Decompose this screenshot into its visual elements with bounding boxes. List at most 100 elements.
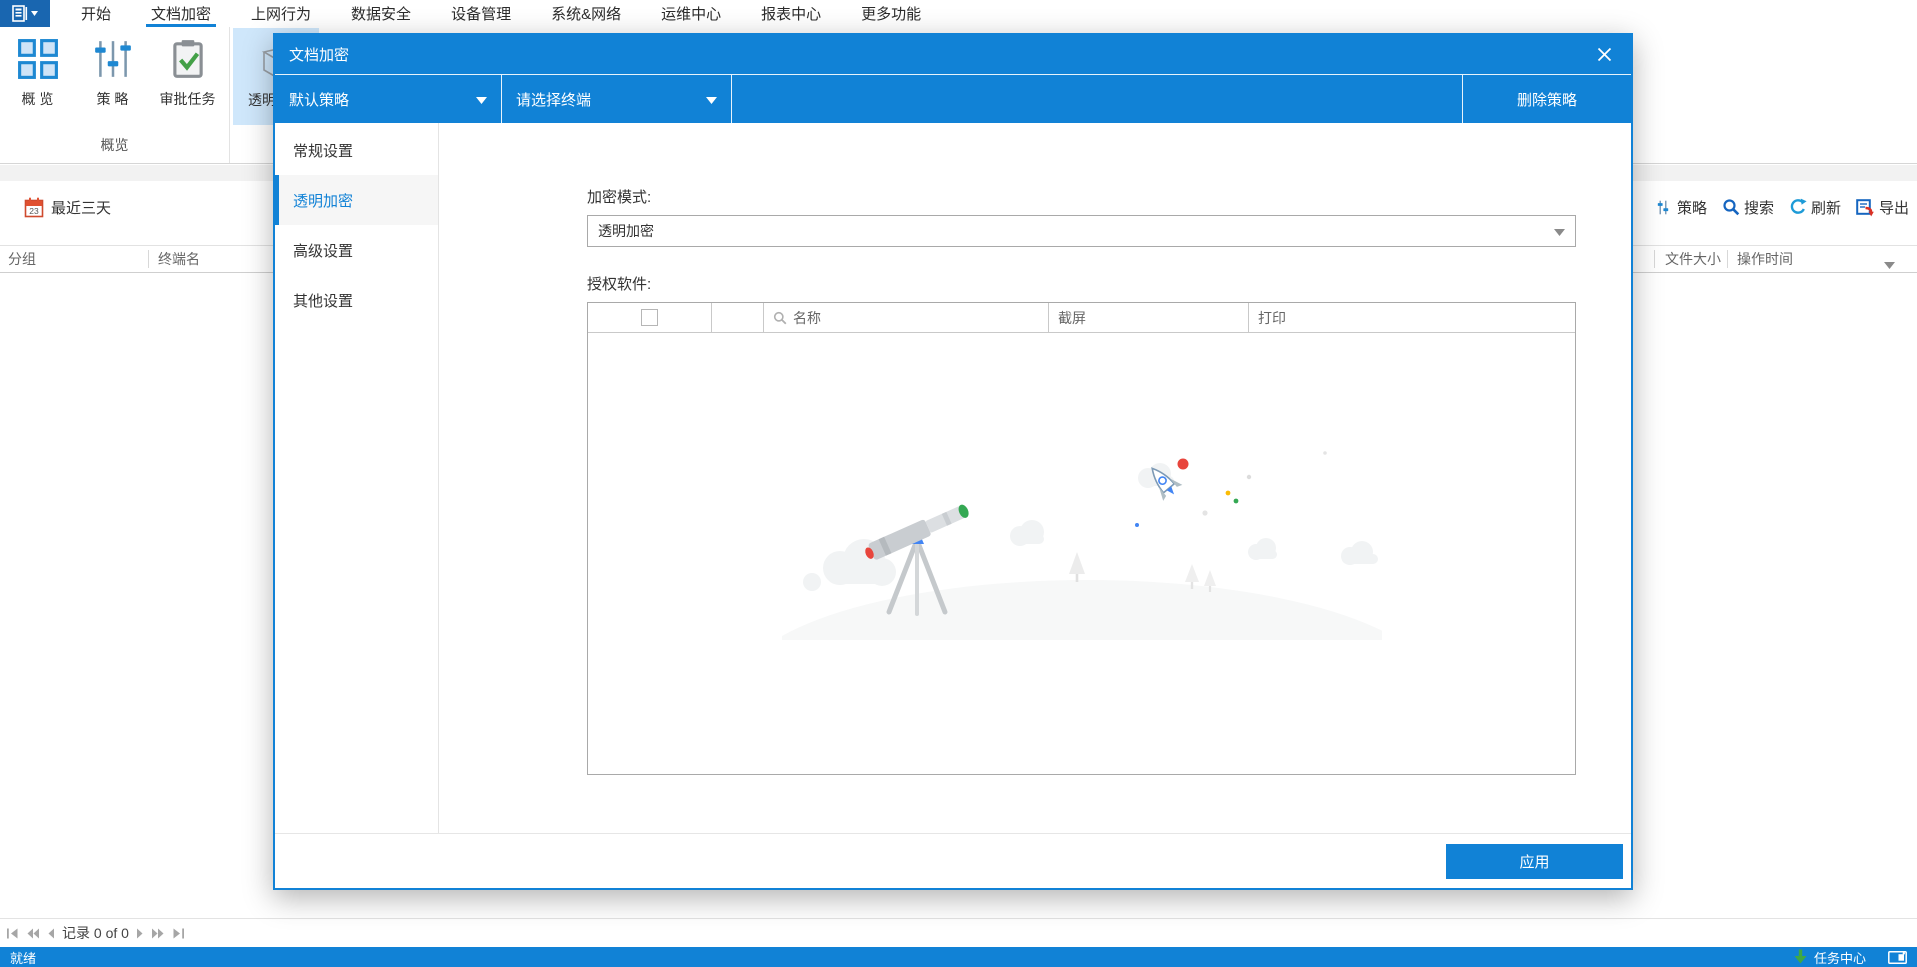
menu-item-doc-encrypt[interactable]: 文档加密 xyxy=(146,0,217,27)
nav-item-other[interactable]: 其他设置 xyxy=(275,275,438,325)
sliders-icon xyxy=(1657,200,1669,214)
chevron-down-icon xyxy=(1884,262,1895,269)
column-file-size[interactable]: 文件大小 xyxy=(1665,246,1721,272)
terminal-select-value: 请选择终端 xyxy=(516,91,592,109)
date-filter-label: 最近三天 xyxy=(51,199,112,217)
apply-button[interactable]: 应用 xyxy=(1446,844,1623,879)
overview-label: 概 览 xyxy=(21,91,54,107)
approval-tasks-label: 审批任务 xyxy=(159,91,216,107)
encrypt-mode-value: 透明加密 xyxy=(598,223,654,239)
next-page-button[interactable] xyxy=(136,928,144,939)
software-column-name[interactable]: 名称 xyxy=(763,303,1048,332)
chevron-down-icon xyxy=(476,96,487,104)
menu-item-report-center[interactable]: 报表中心 xyxy=(756,0,826,27)
refresh-tool-button[interactable]: 刷新 xyxy=(1789,197,1841,218)
dialog-footer: 应用 xyxy=(275,833,1631,888)
settings-nav: 常规设置 透明加密 高级设置 其他设置 xyxy=(275,123,439,833)
doc-encrypt-dialog: 文档加密 默认策略 请选择终端 删除策略 常规设置 透明加密 高级设置 其他设置… xyxy=(273,33,1633,890)
settings-panel: 加密模式: 透明加密 授权软件: 名称 截屏 打印 xyxy=(439,123,1631,833)
chevron-down-icon xyxy=(1554,229,1565,236)
column-divider[interactable] xyxy=(1654,250,1655,268)
menu-item-device-mgmt[interactable]: 设备管理 xyxy=(446,0,516,27)
page-toolbar: 策略 搜索 刷新 导出 xyxy=(1657,190,1909,224)
nav-item-transparent-encrypt[interactable]: 透明加密 xyxy=(275,175,438,225)
authorized-software-table: 名称 截屏 打印 xyxy=(587,302,1576,775)
toolbar-spacer xyxy=(732,75,1463,123)
task-center-button[interactable]: 任务中心 xyxy=(1793,948,1866,967)
dialog-toolbar: 默认策略 请选择终端 删除策略 xyxy=(275,75,1631,123)
export-tool-label: 导出 xyxy=(1878,199,1909,217)
ribbon-group-overview: 概 览 策 略 审批任务 概览 xyxy=(0,27,230,163)
download-arrow-icon xyxy=(1794,949,1807,964)
calendar-icon: 23 xyxy=(24,197,44,217)
policy-label: 策 略 xyxy=(96,91,129,107)
date-filter[interactable]: 23 最近三天 xyxy=(24,197,111,218)
refresh-tool-label: 刷新 xyxy=(1810,199,1841,217)
prev-page-button[interactable] xyxy=(47,928,55,939)
nav-item-general[interactable]: 常规设置 xyxy=(275,125,438,175)
pagination-bar: 记录 0 of 0 xyxy=(0,918,1917,947)
nav-item-advanced[interactable]: 高级设置 xyxy=(275,225,438,275)
approval-tasks-button[interactable]: 审批任务 xyxy=(150,27,225,127)
app-menu-button[interactable] xyxy=(0,0,50,27)
policy-select-value: 默认策略 xyxy=(289,91,350,109)
record-count-label: 记录 0 of 0 xyxy=(62,925,129,941)
column-divider[interactable] xyxy=(1727,250,1728,268)
export-tool-button[interactable]: 导出 xyxy=(1856,197,1909,218)
column-filter-caret[interactable] xyxy=(1884,256,1895,272)
policy-select-dropdown[interactable]: 默认策略 xyxy=(275,75,502,123)
empty-state-illustration xyxy=(781,450,1382,640)
delete-policy-button[interactable]: 删除策略 xyxy=(1463,75,1631,123)
search-tool-button[interactable]: 搜索 xyxy=(1722,197,1774,218)
menu-item-web-behavior[interactable]: 上网行为 xyxy=(246,0,316,27)
software-table-header: 名称 截屏 打印 xyxy=(588,303,1575,333)
fast-prev-button[interactable] xyxy=(26,928,40,939)
last-page-button[interactable] xyxy=(172,928,185,939)
column-terminal[interactable]: 终端名 xyxy=(158,246,200,272)
software-column-print[interactable]: 打印 xyxy=(1248,303,1575,332)
menu-item-system-network[interactable]: 系统&网络 xyxy=(546,0,626,27)
menu-item-data-security[interactable]: 数据安全 xyxy=(346,0,416,27)
task-center-label: 任务中心 xyxy=(1813,950,1866,966)
overview-button[interactable]: 概 览 xyxy=(0,27,75,127)
dialog-body: 常规设置 透明加密 高级设置 其他设置 加密模式: 透明加密 授权软件: 名称 … xyxy=(275,123,1631,833)
fast-next-button[interactable] xyxy=(151,928,165,939)
clipboard-check-icon xyxy=(172,40,203,78)
encrypt-mode-select[interactable]: 透明加密 xyxy=(587,215,1576,247)
dialog-titlebar: 文档加密 xyxy=(275,35,1631,75)
chevron-down-icon xyxy=(31,11,38,16)
application-window: 开始 文档加密 上网行为 数据安全 设备管理 系统&网络 运维中心 报表中心 更… xyxy=(0,0,1917,967)
menu-item-start[interactable]: 开始 xyxy=(76,0,116,27)
search-tool-label: 搜索 xyxy=(1743,199,1774,217)
authorized-software-label: 授权软件: xyxy=(587,276,652,293)
column-group[interactable]: 分组 xyxy=(8,246,36,272)
svg-text:23: 23 xyxy=(29,206,39,216)
menu-item-ops-center[interactable]: 运维中心 xyxy=(656,0,726,27)
search-icon xyxy=(773,311,787,324)
menu-item-more[interactable]: 更多功能 xyxy=(856,0,926,27)
close-button[interactable] xyxy=(1591,42,1617,68)
select-all-checkbox[interactable] xyxy=(641,309,658,326)
policy-tool-button[interactable]: 策略 xyxy=(1657,197,1707,218)
document-list-icon xyxy=(12,5,28,22)
close-icon xyxy=(1597,47,1611,62)
grid-icon xyxy=(17,39,58,79)
search-icon xyxy=(1723,199,1740,216)
menubar: 开始 文档加密 上网行为 数据安全 设备管理 系统&网络 运维中心 报表中心 更… xyxy=(0,0,1917,27)
status-ready-label: 就绪 xyxy=(10,950,37,966)
software-column-screenshot[interactable]: 截屏 xyxy=(1048,303,1248,332)
terminal-select-dropdown[interactable]: 请选择终端 xyxy=(502,75,732,123)
taskbar-window-button[interactable] xyxy=(1888,950,1907,964)
main-menu: 开始 文档加密 上网行为 数据安全 设备管理 系统&网络 运维中心 报表中心 更… xyxy=(76,0,926,27)
ribbon-group-label: 概览 xyxy=(100,137,129,153)
first-page-button[interactable] xyxy=(6,928,19,939)
column-divider[interactable] xyxy=(148,250,149,268)
policy-button[interactable]: 策 略 xyxy=(75,27,150,127)
software-table-empty-state xyxy=(588,333,1575,774)
refresh-icon xyxy=(1790,198,1807,214)
sliders-icon xyxy=(94,41,131,77)
column-op-time[interactable]: 操作时间 xyxy=(1737,246,1793,272)
dialog-title: 文档加密 xyxy=(289,47,350,64)
encrypt-mode-label: 加密模式: xyxy=(587,189,652,206)
software-column-blank xyxy=(711,303,763,332)
